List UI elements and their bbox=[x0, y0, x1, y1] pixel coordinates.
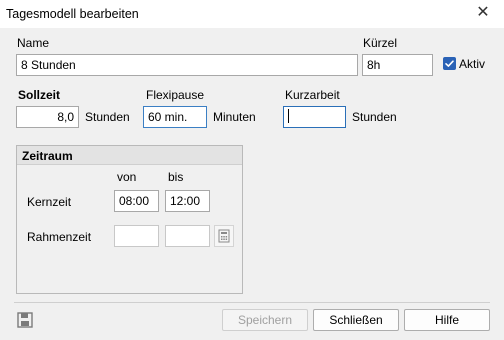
calculator-button[interactable] bbox=[214, 225, 234, 247]
sollzeit-input[interactable]: 8,0 bbox=[16, 106, 79, 128]
name-label: Name bbox=[17, 36, 50, 50]
name-input[interactable]: 8 Stunden bbox=[16, 54, 358, 76]
sollzeit-unit: Stunden bbox=[85, 110, 130, 124]
zeitraum-title: Zeitraum bbox=[22, 149, 73, 163]
kurzarbeit-unit: Stunden bbox=[352, 110, 397, 124]
kuerzel-label: Kürzel bbox=[363, 36, 398, 50]
flexipause-input[interactable]: 60 min. bbox=[143, 106, 207, 128]
kernzeit-von-input[interactable]: 08:00 bbox=[114, 190, 159, 212]
rahmenzeit-bis-input[interactable] bbox=[165, 225, 210, 247]
save-icon-button[interactable] bbox=[15, 310, 35, 330]
floppy-disk-icon bbox=[17, 312, 33, 328]
kurzarbeit-label: Kurzarbeit bbox=[285, 88, 340, 102]
title-bar: Tagesmodell bearbeiten ✕ bbox=[0, 0, 504, 28]
text-caret bbox=[288, 109, 289, 123]
close-button[interactable]: Schließen bbox=[313, 309, 399, 331]
flexipause-unit: Minuten bbox=[213, 110, 256, 124]
save-button[interactable]: Speichern bbox=[222, 309, 308, 331]
kurzarbeit-input[interactable] bbox=[283, 106, 346, 128]
kuerzel-input[interactable]: 8h bbox=[362, 54, 433, 76]
help-button[interactable]: Hilfe bbox=[404, 309, 490, 331]
sollzeit-label: Sollzeit bbox=[18, 88, 61, 102]
close-icon[interactable]: ✕ bbox=[474, 3, 492, 23]
zeitraum-group bbox=[16, 145, 243, 294]
rahmenzeit-label: Rahmenzeit bbox=[27, 230, 92, 244]
footer-separator bbox=[14, 302, 490, 303]
kernzeit-label: Kernzeit bbox=[27, 195, 72, 209]
col-von-label: von bbox=[117, 170, 137, 184]
col-bis-label: bis bbox=[168, 170, 184, 184]
calculator-icon bbox=[218, 229, 230, 243]
rahmenzeit-von-input[interactable] bbox=[114, 225, 159, 247]
aktiv-checkbox[interactable] bbox=[443, 57, 456, 70]
flexipause-label: Flexipause bbox=[146, 88, 205, 102]
kernzeit-bis-input[interactable]: 12:00 bbox=[165, 190, 210, 212]
checkmark-icon bbox=[445, 60, 454, 67]
aktiv-label: Aktiv bbox=[459, 57, 486, 71]
window-title: Tagesmodell bearbeiten bbox=[6, 7, 139, 21]
